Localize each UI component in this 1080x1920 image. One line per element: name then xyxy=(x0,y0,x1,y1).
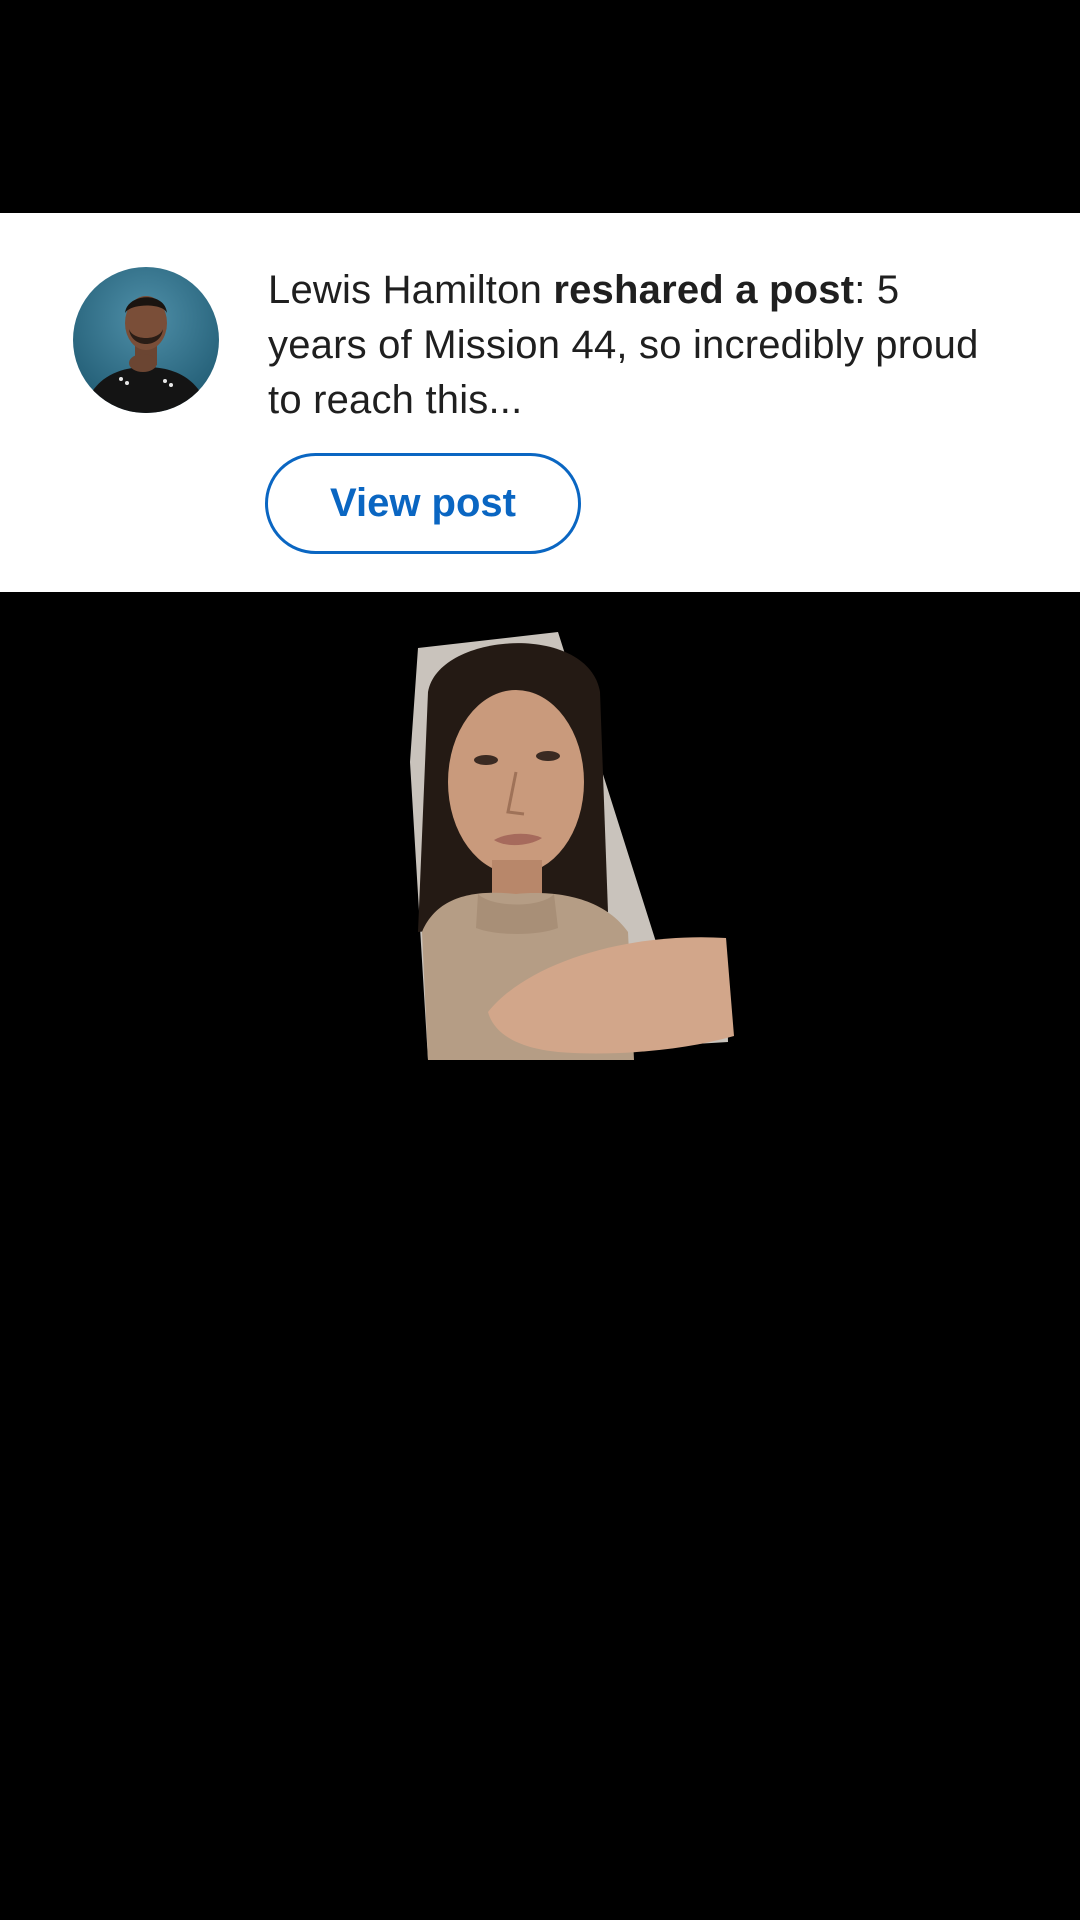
action-text: reshared a post xyxy=(553,268,855,312)
person-video-icon xyxy=(410,632,734,1060)
video-frame[interactable] xyxy=(408,632,743,1060)
avatar-photo-icon xyxy=(73,267,219,413)
reshare-notification-card[interactable]: Lewis Hamilton reshared a post: 5 years … xyxy=(0,213,1080,592)
profile-avatar[interactable] xyxy=(73,267,219,413)
view-post-button[interactable]: View post xyxy=(265,453,581,554)
notification-message: Lewis Hamilton reshared a post: 5 years … xyxy=(268,263,1008,428)
separator: : xyxy=(854,268,866,312)
story-screen: Lewis Hamilton reshared a post: 5 years … xyxy=(0,0,1080,1920)
author-name: Lewis Hamilton xyxy=(268,268,543,312)
